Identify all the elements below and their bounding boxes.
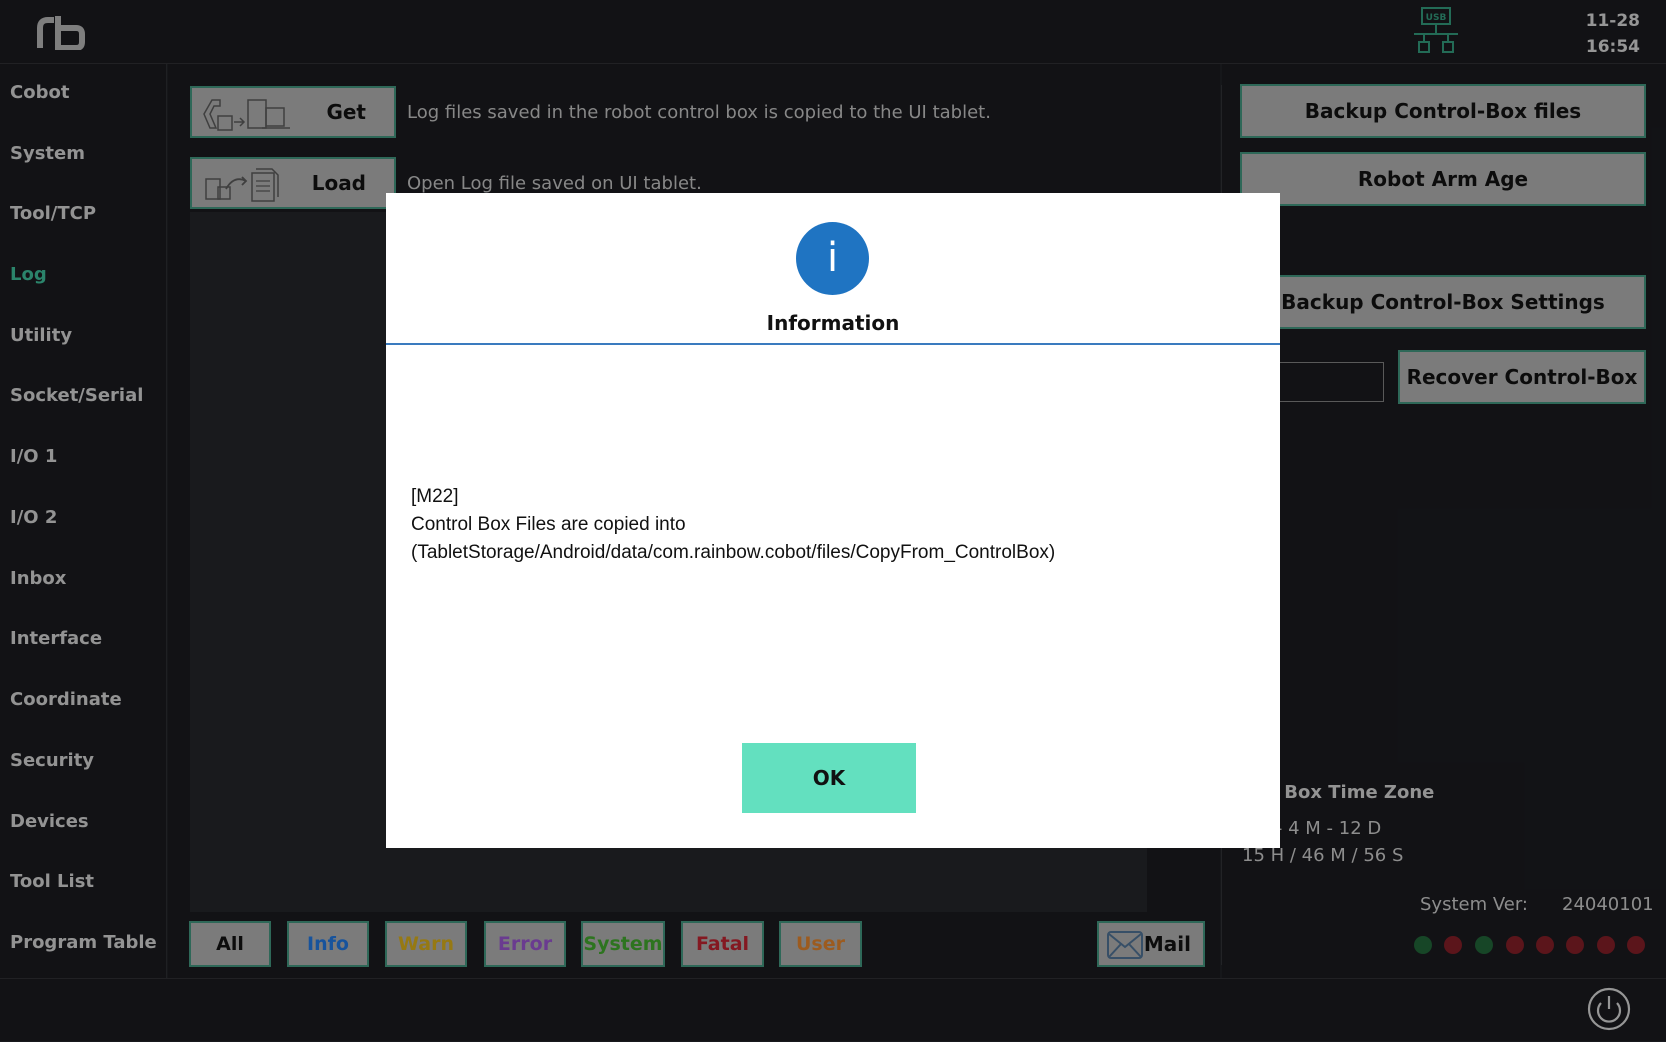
dialog-title: Information	[766, 311, 900, 335]
message-code: [M22]	[411, 486, 459, 507]
dialog-message: [M22] Control Box Files are copied into …	[411, 483, 1055, 567]
info-icon: i	[796, 222, 869, 295]
info-icon-glyph: i	[826, 235, 839, 281]
information-dialog: i Information [M22] Control Box Files ar…	[386, 193, 1280, 848]
dialog-divider	[386, 343, 1280, 345]
message-line-1: Control Box Files are copied into	[411, 514, 686, 535]
ok-button[interactable]: OK	[742, 743, 916, 813]
message-line-2: (TabletStorage/Android/data/com.rainbow.…	[411, 542, 1056, 563]
